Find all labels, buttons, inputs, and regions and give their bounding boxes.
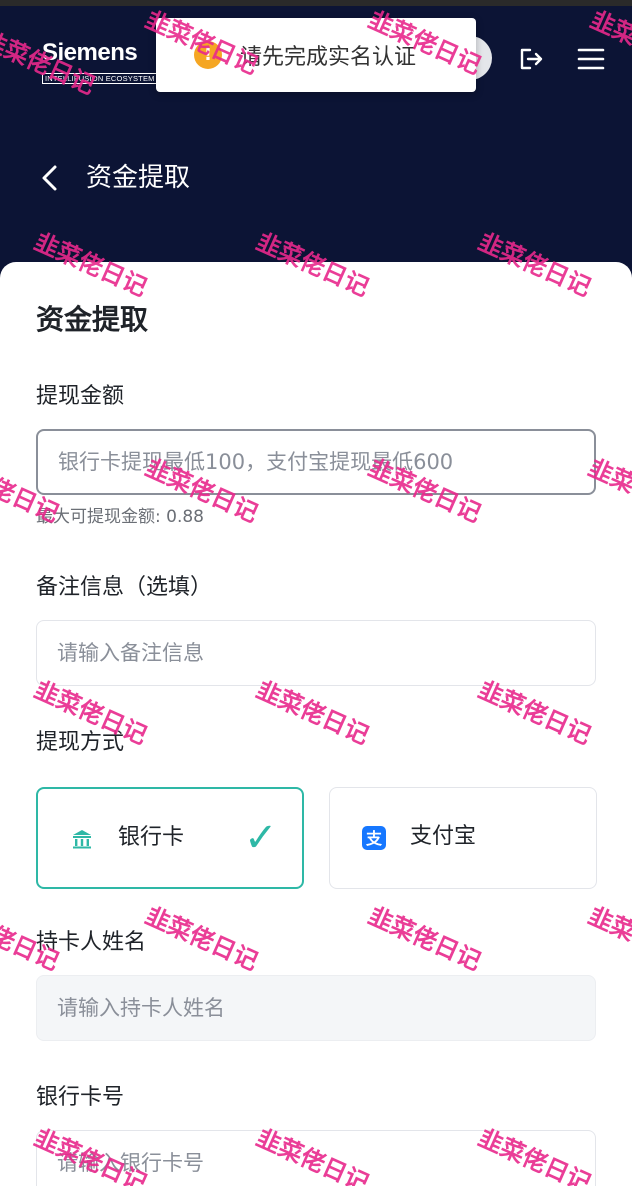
logo-subtitle: INTELLIFUSION ECOSYSTEM (42, 73, 158, 84)
method-option-bank-card[interactable]: 银行卡 ✓ (36, 787, 304, 889)
hamburger-menu-icon[interactable] (576, 44, 606, 74)
bank-icon (73, 830, 91, 849)
method-option-alipay[interactable]: 支 支付宝 (329, 787, 597, 889)
note-label: 备注信息（选填） (36, 575, 213, 600)
back-arrow-icon[interactable] (38, 164, 62, 192)
note-input[interactable] (36, 620, 596, 686)
svg-text:支: 支 (365, 829, 383, 848)
warning-icon: ! (194, 41, 222, 69)
method-label-bank-card: 银行卡 (118, 825, 185, 850)
method-label: 提现方式 (36, 730, 125, 755)
amount-input[interactable] (36, 429, 596, 495)
siemens-logo[interactable]: Siemens INTELLIFUSION ECOSYSTEM (42, 39, 158, 84)
logo-wordmark: Siemens (42, 39, 138, 66)
cardholder-label: 持卡人姓名 (36, 930, 147, 955)
amount-label: 提现金额 (36, 384, 125, 409)
method-label-alipay: 支付宝 (410, 824, 477, 849)
alipay-icon: 支 (362, 826, 386, 850)
form-title: 资金提取 (36, 303, 149, 336)
toast-notification: ! 请先完成实名认证 (156, 18, 476, 92)
cardholder-input[interactable] (36, 975, 596, 1041)
toast-message: 请先完成实名认证 (240, 45, 417, 70)
nav-title: 资金提取 (86, 163, 191, 193)
checkmark-icon: ✓ (244, 815, 278, 861)
max-amount-hint: 最大可提现金额: 0.88 (36, 507, 204, 527)
status-strip (0, 0, 632, 6)
card-number-input[interactable] (36, 1130, 596, 1186)
logout-icon[interactable] (516, 44, 546, 74)
card-number-label: 银行卡号 (36, 1085, 125, 1110)
